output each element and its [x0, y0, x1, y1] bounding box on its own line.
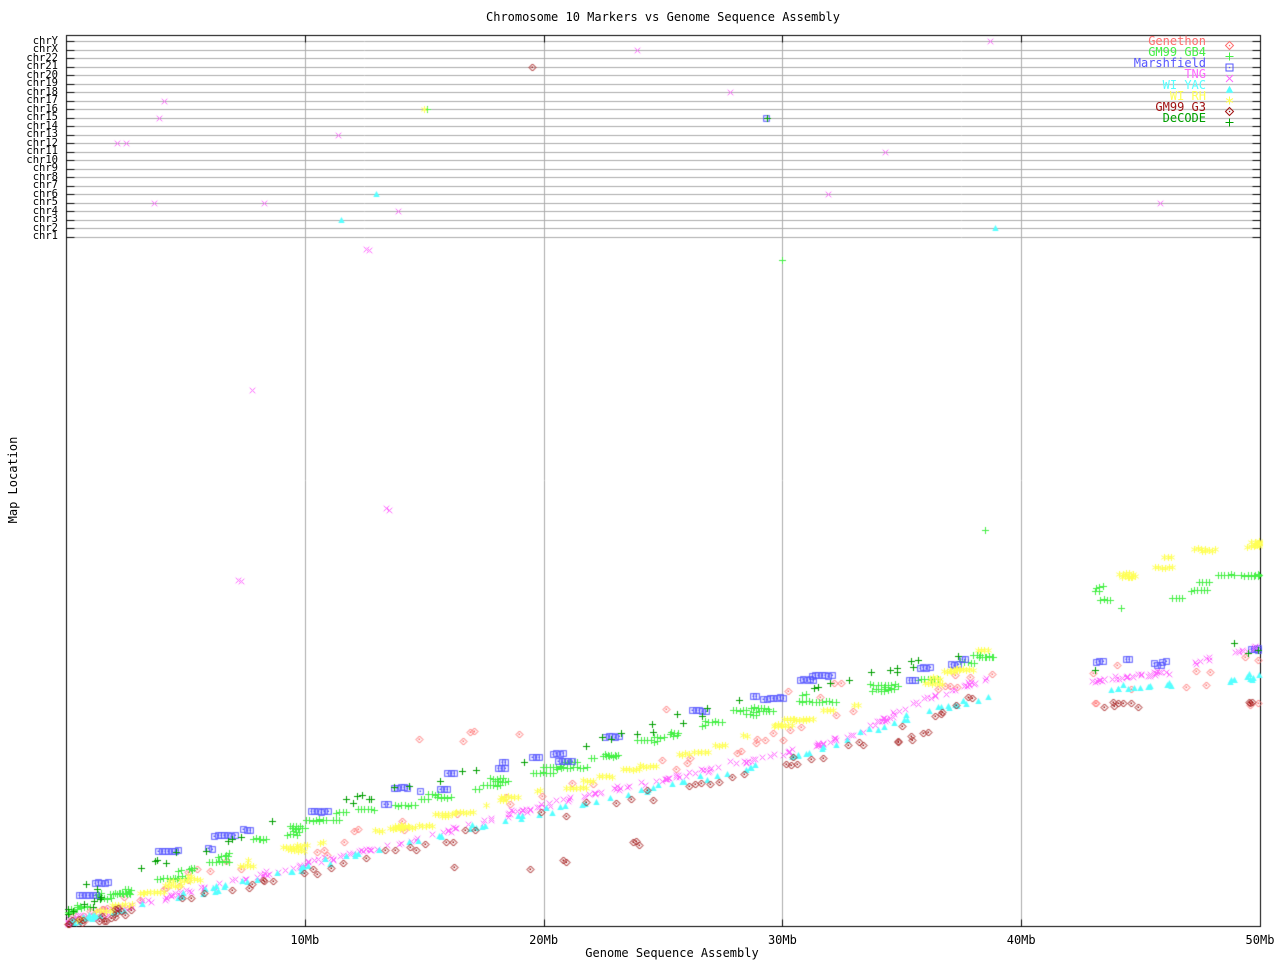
- x-tick-label-40mb: 40Mb: [991, 933, 1051, 947]
- x-tick-label-50mb: 50Mb: [1230, 933, 1280, 947]
- x-tick-label-20mb: 20Mb: [514, 933, 574, 947]
- wi_yac-triangle-icon: [1224, 80, 1235, 91]
- chart-stage: Chromosome 10 Markers vs Genome Sequence…: [0, 0, 1280, 960]
- marshfield-open-square-icon: [1224, 58, 1235, 69]
- genethon-open-diamond-icon: [1224, 36, 1235, 47]
- chart-title: Chromosome 10 Markers vs Genome Sequence…: [486, 10, 840, 24]
- scatter-plot-canvas: [0, 0, 1280, 960]
- gm99_g3-open-diamond-icon: [1224, 102, 1235, 113]
- x-tick-label-30mb: 30Mb: [752, 933, 812, 947]
- chrom-label-chr1: chr1: [0, 232, 58, 241]
- tng-x-icon: [1224, 69, 1235, 80]
- x-axis-label: Genome Sequence Assembly: [585, 946, 758, 960]
- decode-plus-icon: [1224, 113, 1235, 124]
- wi_rh-asterisk-icon: [1224, 91, 1235, 102]
- y-axis-label: Map Location: [6, 437, 20, 524]
- x-tick-label-10mb: 10Mb: [275, 933, 335, 947]
- legend-item-decode: DeCODE: [1163, 113, 1206, 124]
- gm99_gb4-plus-icon: [1224, 47, 1235, 58]
